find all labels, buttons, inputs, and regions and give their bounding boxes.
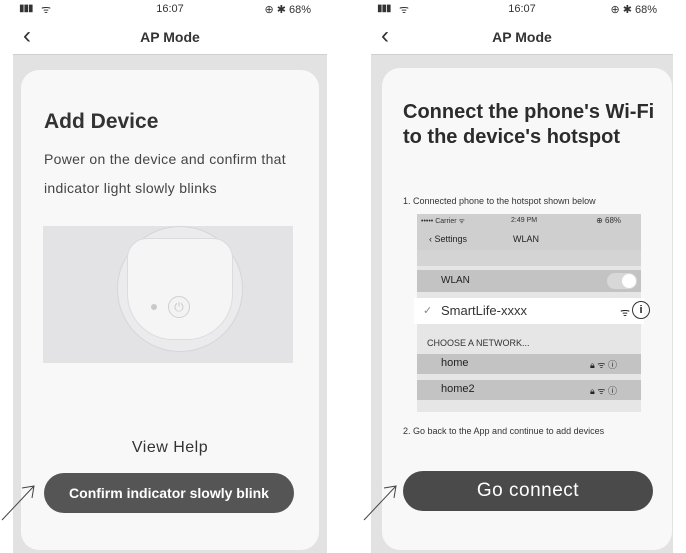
wlan-label: WLAN [441,275,470,286]
add-device-title: Add Device [44,110,159,133]
choose-network-label: CHOOSE A NETWORK... [427,338,530,348]
settings-back-link: ‹ Settings [429,234,468,244]
battery-status: ⊕ ✱ 68% [610,4,657,16]
left-phone-screen: ▮▮▮ ᯤ 16:07 ⊕ ✱ 68% ‹ AP Mode Add Device… [13,0,327,553]
plug-device-icon [127,238,233,340]
add-device-description: Power on the device and confirm that ind… [44,151,286,196]
go-connect-button[interactable]: Go connect [403,471,653,511]
confirm-blink-button[interactable]: Confirm indicator slowly blink [44,473,294,513]
page-title: AP Mode [492,29,552,45]
step-two-text: 2. Go back to the App and continue to ad… [403,426,605,436]
status-bar: ▮▮▮ ᯤ 16:07 ⊕ ✱ 68% [13,0,327,18]
indicator-light-icon [151,304,157,310]
info-icon: i [632,301,650,319]
network-name: home2 [441,383,475,395]
wlan-settings-example: ••••• Carrier ᯤ 2:49 PM ⊕ 68% ‹ Settings… [414,214,650,412]
status-bar: ▮▮▮ ᯤ 16:07 ⊕ ✱ 68% [371,0,673,18]
battery-status: ⊕ ✱ 68% [264,4,311,16]
inner-nav-title: WLAN [513,234,540,244]
network-row: home2 🔒︎ ᯤ ⓘ [417,380,641,400]
check-icon: ✓ [423,305,433,317]
section-gap [417,250,641,266]
power-icon: ⏻ [168,296,190,318]
right-phone-screen: ▮▮▮ ᯤ 16:07 ⊕ ✱ 68% ‹ AP Mode Connect th… [371,0,673,553]
wlan-toggle [607,273,637,289]
lock-wifi-info-icons: 🔒︎ ᯤ ⓘ [590,386,618,396]
nav-bar: ‹ AP Mode [371,18,673,55]
inner-battery: ⊕ 68% [596,216,621,225]
view-help-link[interactable]: View Help [21,439,319,457]
wifi-icon: ᯤ [620,307,631,319]
wlan-toggle-row: WLAN [417,270,641,292]
page-title: AP Mode [140,29,200,45]
carrier-label: ••••• Carrier ᯤ [421,218,465,225]
selected-ssid: SmartLife-xxxx [441,303,527,318]
inner-status-bar: ••••• Carrier ᯤ 2:49 PM ⊕ 68% [417,214,641,228]
step-one-text: 1. Connected phone to the hotspot shown … [403,196,596,206]
add-device-card: Add Device Power on the device and confi… [21,70,319,550]
network-name: home [441,357,469,369]
connect-title: Connect the phone's Wi-Fi to the device'… [403,101,655,148]
lock-wifi-info-icons: 🔒︎ ᯤ ⓘ [590,360,618,370]
inner-time: 2:49 PM [511,217,538,224]
toggle-knob [622,274,636,288]
inner-nav-bar: ‹ Settings WLAN [417,228,641,250]
network-row: home 🔒︎ ᯤ ⓘ [417,354,641,374]
selected-network-row: ✓ SmartLife-xxxx ᯤ i [414,298,650,324]
device-illustration: ⏻ [43,226,293,363]
nav-bar: ‹ AP Mode [13,18,327,55]
pointer-arrow-icon [1,485,35,521]
pointer-arrow-icon [363,485,397,521]
connect-hotspot-card: Connect the phone's Wi-Fi to the device'… [382,68,672,550]
